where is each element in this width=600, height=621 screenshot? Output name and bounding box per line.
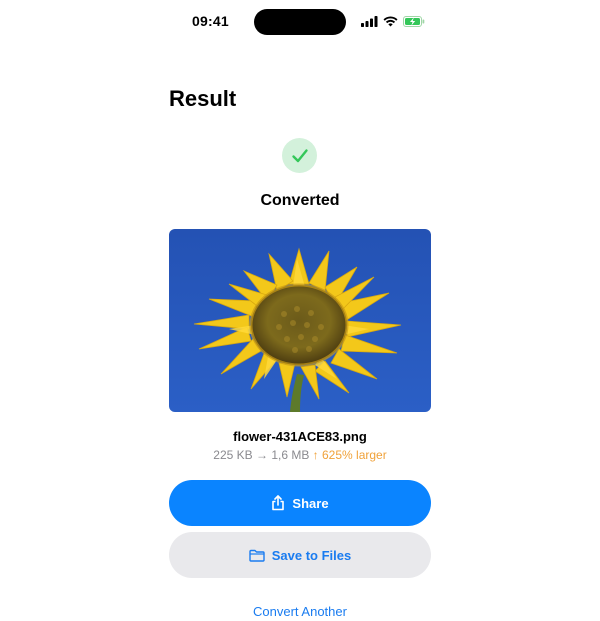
share-button-label: Share [292,495,329,511]
page-title: Result [169,86,237,111]
status-icons [361,13,425,29]
share-button[interactable]: Share [169,480,431,526]
success-badge [282,138,317,173]
share-icon [272,495,285,511]
size-info: 225 KB → 1,6 MB [213,448,310,462]
checkmark-icon [291,148,308,162]
folder-icon [249,549,265,562]
battery-charging-icon [403,15,425,27]
signal-icon [361,15,378,27]
save-to-files-button[interactable]: Save to Files [169,532,431,578]
size-delta: ↑ 625% larger [312,448,387,462]
wifi-icon [383,16,398,26]
convert-another-link[interactable]: Convert Another [0,604,600,619]
result-image-preview [169,229,431,412]
size-comparison: 225 KB → 1,6 MB ↑ 625% larger [0,448,600,462]
conversion-status: Converted [260,192,340,209]
status-time: 09:41 [192,13,229,29]
save-to-files-label: Save to Files [271,547,352,563]
output-filename: flower-431ACE83.png [233,429,367,444]
dynamic-island [254,9,346,35]
status-bar: 09:41 [0,0,600,44]
sunflower-photo [169,229,431,412]
